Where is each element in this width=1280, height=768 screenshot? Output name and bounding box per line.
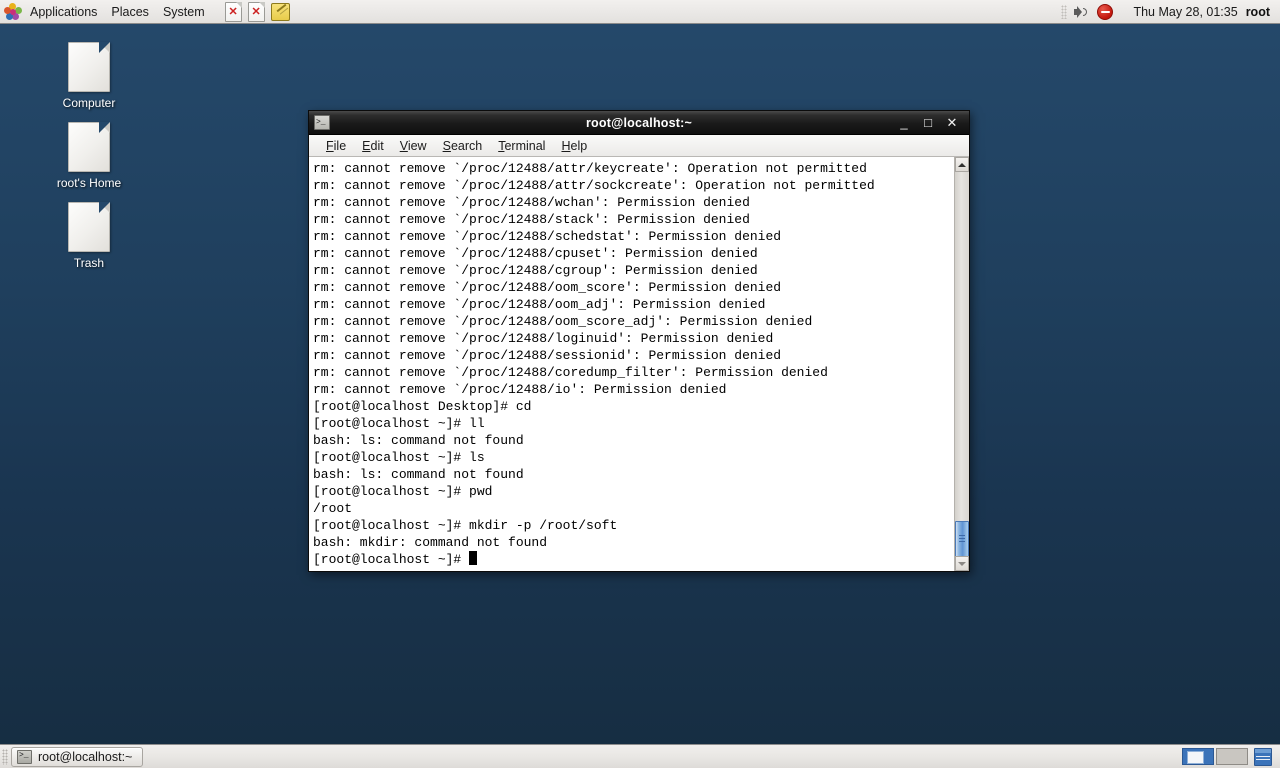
menu-item-label: dit <box>370 138 384 153</box>
minimize-icon: _ <box>900 114 908 130</box>
menu-item-terminal[interactable]: Terminal <box>490 138 553 154</box>
grip-icon <box>959 535 965 543</box>
mnemonic: S <box>442 138 451 153</box>
desktop-icon-trash[interactable]: Trash <box>34 202 144 270</box>
desktop-icon-label: Computer <box>62 96 116 110</box>
mnemonic: F <box>326 138 334 153</box>
terminal-body[interactable]: rm: cannot remove `/proc/12488/attr/keyc… <box>309 157 969 571</box>
document-icon <box>68 122 110 172</box>
scroll-down-button[interactable] <box>955 556 969 571</box>
menu-places[interactable]: Places <box>104 1 156 23</box>
scroll-up-button[interactable] <box>955 157 969 172</box>
terminal-window[interactable]: root@localhost:~ _ □ ✕ File Edit View Se… <box>308 110 970 572</box>
workspace-switcher <box>1182 748 1248 765</box>
document-x-launcher-1[interactable]: ✕ <box>224 1 242 22</box>
menu-item-edit[interactable]: Edit <box>354 138 392 154</box>
minimize-button[interactable]: _ <box>895 114 913 132</box>
user-menu[interactable]: root <box>1246 5 1280 19</box>
desktop-icon-computer[interactable]: Computer <box>34 42 144 110</box>
top-panel: Applications Places System ✕ ✕ Thu May 2… <box>0 0 1280 24</box>
chevron-down-icon <box>958 561 966 566</box>
mnemonic: V <box>399 138 408 153</box>
terminal-title: root@localhost:~ <box>585 115 693 130</box>
document-x-launcher-2[interactable]: ✕ <box>247 1 265 22</box>
red-x-icon: ✕ <box>251 5 261 18</box>
close-icon: ✕ <box>946 114 958 130</box>
desktop-icon-label: root's Home <box>56 176 122 190</box>
show-desktop-icon[interactable] <box>1254 747 1272 766</box>
window-controls: _ □ ✕ <box>889 114 969 132</box>
close-button[interactable]: ✕ <box>943 114 961 132</box>
workspace-1[interactable] <box>1182 748 1214 765</box>
mnemonic: E <box>362 138 371 153</box>
red-x-icon: ✕ <box>228 5 238 18</box>
menu-item-label: ile <box>333 138 347 153</box>
menu-item-label: elp <box>570 138 588 153</box>
terminal-scrollbar[interactable] <box>954 157 969 571</box>
document-icon <box>68 42 110 92</box>
terminal-title-bar[interactable]: root@localhost:~ _ □ ✕ <box>309 111 969 135</box>
terminal-prompt: [root@localhost ~]# <box>313 552 470 567</box>
taskbar-item-label: root@localhost:~ <box>38 749 133 764</box>
taskbar-item-terminal[interactable]: root@localhost:~ <box>11 746 144 767</box>
menu-item-label: iew <box>407 138 427 153</box>
bottom-panel: root@localhost:~ <box>0 744 1280 768</box>
menu-item-label: earch <box>450 138 483 153</box>
desktop-icon-roots-home[interactable]: root's Home <box>34 122 144 190</box>
terminal-scrollback: rm: cannot remove `/proc/12488/attr/keyc… <box>313 161 875 550</box>
clock[interactable]: Thu May 28, 01:35 <box>1125 5 1245 19</box>
menu-system[interactable]: System <box>156 1 212 23</box>
no-entry-icon[interactable] <box>1097 3 1114 20</box>
speaker-icon[interactable] <box>1073 4 1089 20</box>
workspace-2[interactable] <box>1216 748 1248 765</box>
terminal-output-area[interactable]: rm: cannot remove `/proc/12488/attr/keyc… <box>309 157 954 571</box>
desktop-icon-label: Trash <box>73 256 105 270</box>
notepad-pencil-icon[interactable] <box>270 2 290 21</box>
menu-item-file[interactable]: File <box>318 138 354 154</box>
chevron-up-icon <box>958 162 966 167</box>
document-icon <box>68 202 110 252</box>
terminal-cursor <box>469 551 478 565</box>
menu-item-help[interactable]: Help <box>553 138 595 154</box>
scrollbar-thumb[interactable] <box>955 521 969 557</box>
taskbar-grip-handle[interactable] <box>2 748 8 765</box>
terminal-icon <box>17 749 32 764</box>
menu-item-view[interactable]: View <box>392 138 435 154</box>
tray-grip-handle[interactable] <box>1061 4 1068 19</box>
menu-item-search[interactable]: Search <box>435 138 491 154</box>
fedora-flower-icon[interactable] <box>4 2 22 21</box>
menu-applications[interactable]: Applications <box>23 1 104 23</box>
terminal-menu-bar: File Edit View Search Terminal Help <box>309 135 969 157</box>
mnemonic: H <box>561 138 571 153</box>
maximize-button[interactable]: □ <box>919 114 937 132</box>
menu-item-label: erminal <box>504 138 546 153</box>
maximize-icon: □ <box>924 114 932 130</box>
